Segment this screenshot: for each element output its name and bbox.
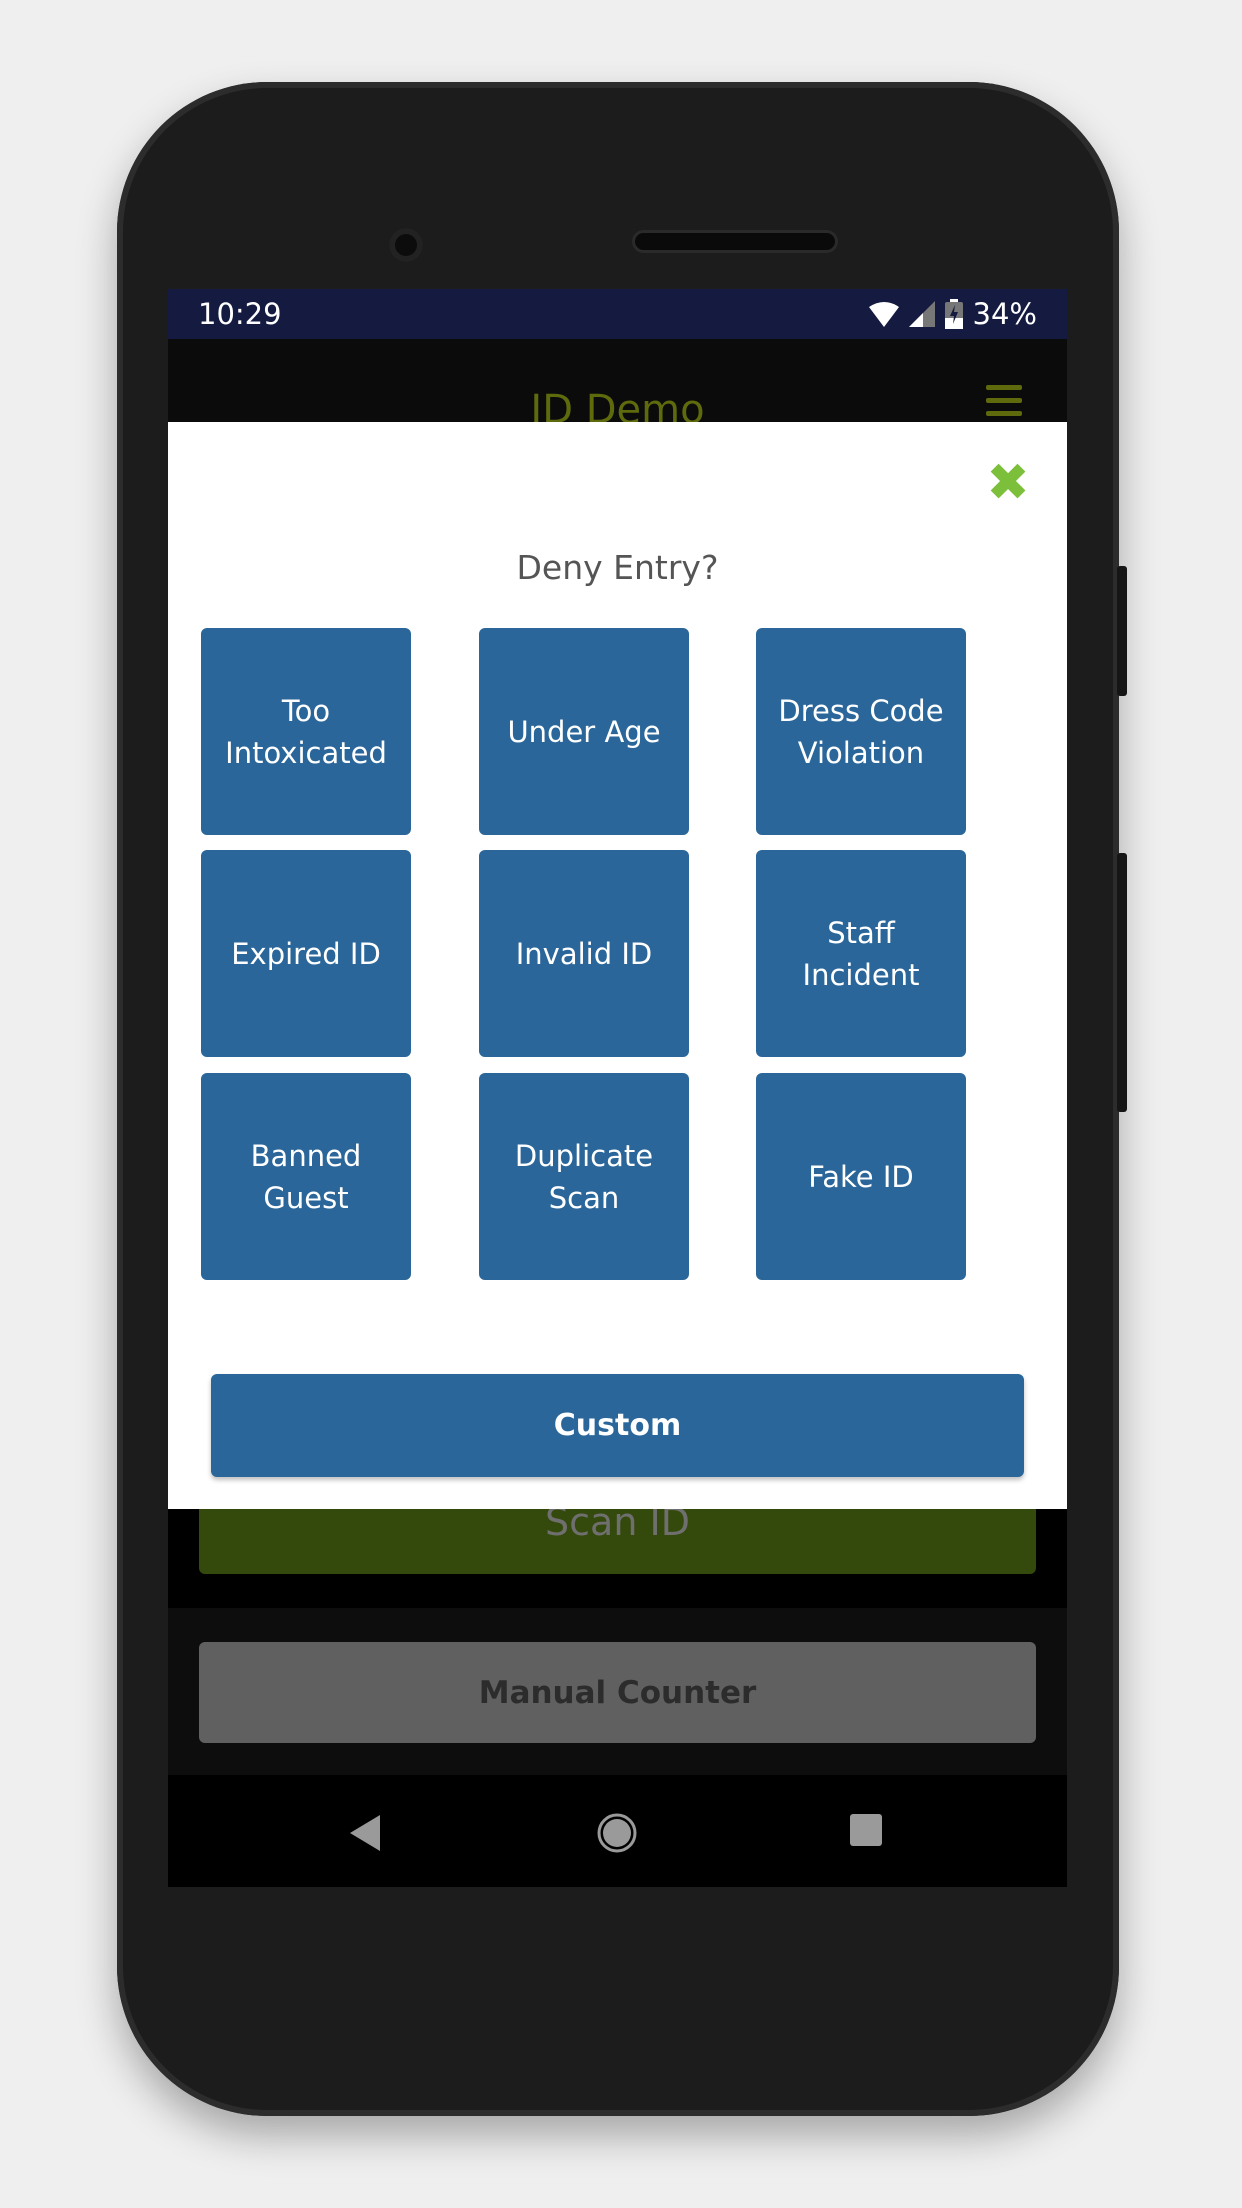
custom-button[interactable]: Custom <box>211 1374 1024 1477</box>
reason-banned-guest[interactable]: Banned Guest <box>201 1073 411 1280</box>
reason-fake-id[interactable]: Fake ID <box>756 1073 966 1280</box>
earpiece-speaker <box>635 233 835 250</box>
signal-icon <box>908 301 935 327</box>
lower-panel: Manual Counter <box>168 1608 1067 1775</box>
reason-duplicate-scan[interactable]: Duplicate Scan <box>479 1073 689 1280</box>
screen: 10:29 34% ID Demo Scan ID Manual Counter… <box>168 289 1067 1887</box>
manual-counter-button[interactable]: Manual Counter <box>199 1642 1036 1743</box>
wifi-icon <box>868 302 899 327</box>
reason-expired-id[interactable]: Expired ID <box>201 850 411 1057</box>
reason-under-age[interactable]: Under Age <box>479 628 689 835</box>
reason-invalid-id[interactable]: Invalid ID <box>479 850 689 1057</box>
power-button <box>1117 566 1127 696</box>
status-bar: 10:29 34% <box>168 289 1067 339</box>
close-x-icon[interactable]: ✖ <box>985 457 1031 509</box>
status-time: 10:29 <box>198 297 282 331</box>
hamburger-icon[interactable] <box>986 385 1022 424</box>
back-icon[interactable] <box>348 1813 384 1853</box>
app-header: ID Demo <box>168 339 1067 433</box>
deny-entry-dialog: ✖ Deny Entry? Too Intoxicated Under Age … <box>168 422 1067 1509</box>
android-nav-bar <box>168 1775 1067 1887</box>
battery-charging-icon <box>944 299 963 329</box>
recents-icon[interactable] <box>849 1813 883 1847</box>
reason-dress-code[interactable]: Dress Code Violation <box>756 628 966 835</box>
battery-percent: 34% <box>972 297 1037 331</box>
front-camera <box>389 228 423 262</box>
reason-staff-incident[interactable]: Staff Incident <box>756 850 966 1057</box>
reason-too-intoxicated[interactable]: Too Intoxicated <box>201 628 411 835</box>
volume-button <box>1117 853 1127 1112</box>
home-icon[interactable] <box>597 1813 637 1853</box>
dialog-title: Deny Entry? <box>516 548 719 587</box>
